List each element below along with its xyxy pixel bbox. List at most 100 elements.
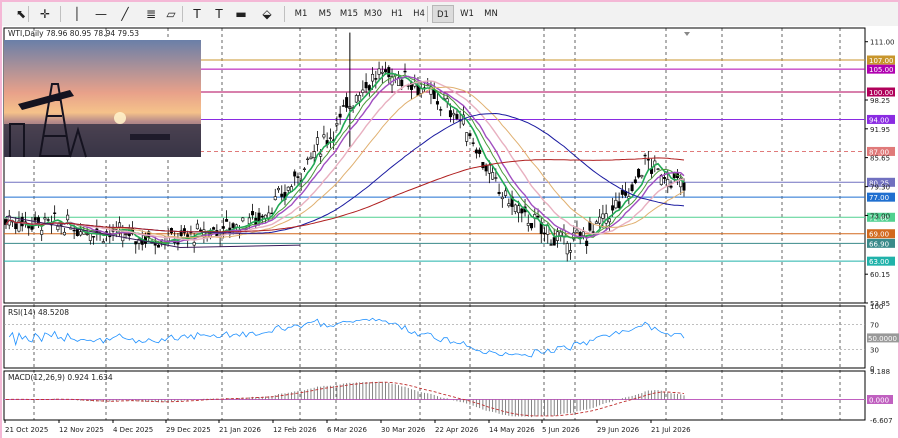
horizontal-line-icon[interactable]: — [92,5,110,23]
candle-body [575,229,579,233]
candle-body [319,153,323,157]
candle-body [62,231,66,236]
candle-body [500,196,504,200]
candle-body [231,223,235,228]
axis-tick-label: 111.00 [870,39,895,47]
distant-rig [130,134,170,140]
label-icon[interactable]: T [210,5,228,23]
candle-body [455,114,459,119]
chart-title: WTI,Daily 78.96 80.95 78.94 79.53 [8,29,139,38]
channel-icon[interactable]: ▱ [162,5,180,23]
rsi-title: RSI(14) 48.5208 [8,308,69,317]
candle-body [169,228,173,234]
candle-body [358,95,362,102]
axis-tick-label: 85.65 [870,155,890,163]
candle-body [66,214,70,221]
candle-body [598,216,602,224]
candle-body [520,208,524,214]
candle-body [195,223,199,230]
timeframe-h1[interactable]: H1 [386,5,408,23]
fibonacci-icon[interactable]: ≣ [142,5,160,23]
candle-body [101,241,105,244]
x-axis-label: 14 May 2026 [489,426,535,434]
candle-body [377,68,381,75]
candle-body [176,241,180,245]
candle-body [338,113,342,118]
timeframe-w1[interactable]: W1 [456,5,478,23]
toolbar-separator [182,6,183,22]
toolbar: ⬉ ✛ │ — ╱ ≣ ▱ T T ▬ ⬙ M1 M5 M15 M30 H1 H4 D1 W1 MN [2,2,898,27]
timeframe-mn[interactable]: MN [480,5,502,23]
rectangle-icon[interactable]: ▬ [232,5,250,23]
candle-body [568,250,572,253]
candle-body [439,109,443,111]
candle-body [88,233,92,241]
candle-body [471,142,475,144]
candle-body [72,229,76,232]
candle-body [517,205,521,214]
timeframe-d1[interactable]: D1 [432,5,454,23]
candle-body [124,233,128,236]
candle-body [309,156,313,159]
candle-body [33,217,37,221]
candle-body [345,97,349,108]
candle-body [448,110,452,118]
candle-body [591,231,595,233]
candle-body [663,177,667,179]
candle-body [251,211,255,216]
x-axis-label: 29 Dec 2025 [166,426,211,434]
candle-body [20,216,24,227]
price-level-label: 100.00 [869,89,894,97]
timeframe-m1[interactable]: M1 [290,5,312,23]
candle-body [478,149,482,154]
vertical-line-icon[interactable]: │ [68,5,86,23]
candle-body [374,78,378,80]
price-level-label: 105.00 [869,66,894,74]
timeframe-m30[interactable]: M30 [362,5,384,23]
candle-body [452,112,456,116]
candle-body [384,69,388,73]
candle-body [276,188,280,191]
x-axis-label: 4 Dec 2025 [113,426,153,434]
crosshair-icon[interactable]: ✛ [36,5,54,23]
candle-body [79,231,83,236]
axis-tick-label: 91.95 [870,126,890,134]
candle-body [513,204,517,212]
candle-body [630,184,634,191]
text-icon[interactable]: T [188,5,206,23]
x-axis-label: 21 Jul 2026 [651,426,691,434]
candle-body [617,201,621,208]
macd-axis-label: -6.607 [870,417,893,425]
candle-body [494,177,498,179]
candle-body [487,164,491,174]
candle-body [640,175,644,178]
sun-shape [114,112,126,124]
timeframe-m15[interactable]: M15 [338,5,360,23]
timeframe-m5[interactable]: M5 [314,5,336,23]
candle-body [611,205,615,211]
chart-area[interactable]: 107.00105.00100.0094.0087.0080.2577.0072… [0,26,900,438]
candle-body [328,137,332,139]
candle-body [85,233,89,235]
x-axis-label: 22 Apr 2026 [435,426,479,434]
x-axis-label: 6 Mar 2026 [327,426,367,434]
axis-tick-label: 79.30 [870,184,890,192]
candle-body [14,222,18,230]
candle-body [669,185,673,188]
candle-body [504,190,508,196]
toolbar-separator [427,6,428,22]
candle-body [286,186,290,191]
candle-body [371,73,375,82]
trendline-icon[interactable]: ╱ [116,5,134,23]
price-level-label: 66.90 [869,240,889,248]
shapes-icon[interactable]: ⬙ [258,5,276,23]
candle-body [435,101,439,105]
candle-body [465,132,469,142]
candle-body [212,227,216,230]
candle-body [497,191,501,194]
candle-body [646,159,650,161]
candle-body [507,203,511,207]
candle-body [474,149,478,154]
candle-body [40,230,44,235]
candle-body [682,182,686,191]
